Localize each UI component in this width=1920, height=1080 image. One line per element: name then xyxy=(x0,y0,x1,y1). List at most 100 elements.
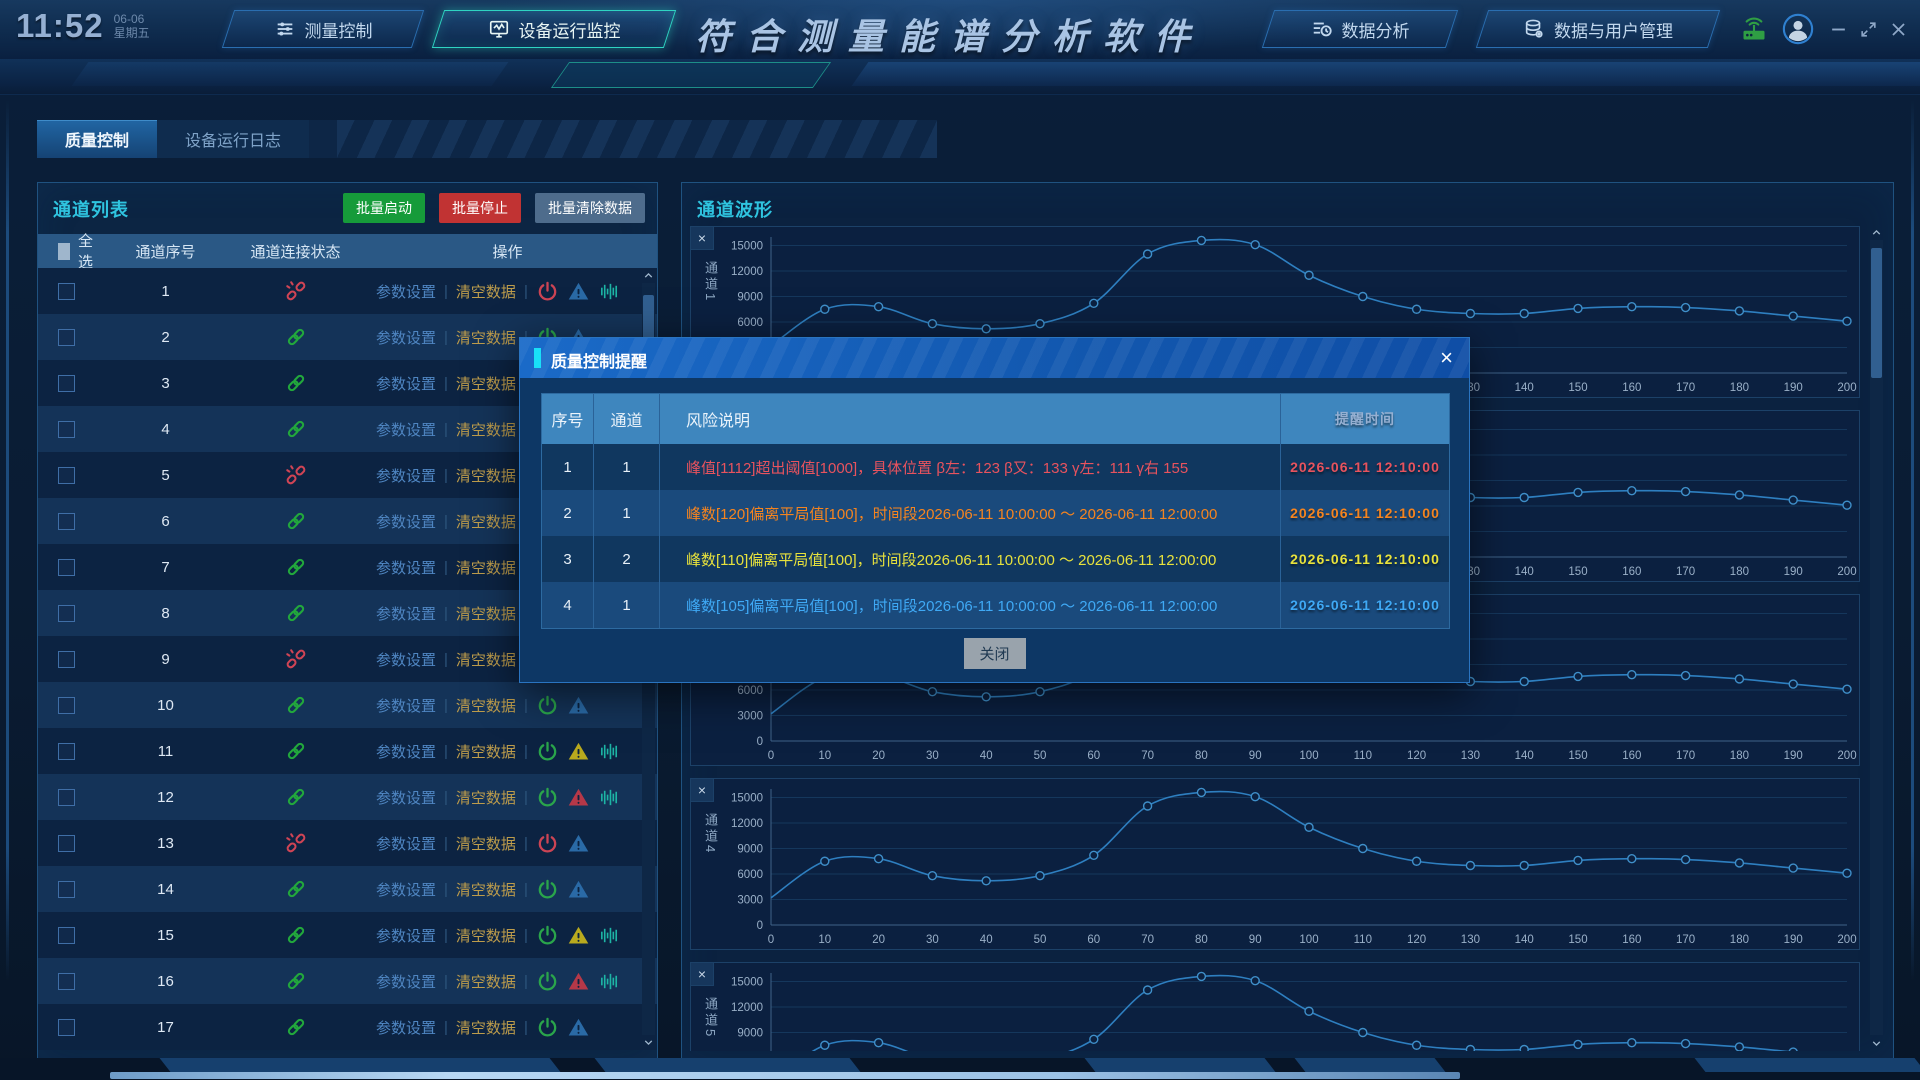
clear-data-link[interactable]: 清空数据 xyxy=(456,281,516,302)
power-icon[interactable] xyxy=(536,740,559,763)
tab-设备运行日志[interactable]: 设备运行日志 xyxy=(157,120,309,158)
waveform-scrollbar[interactable] xyxy=(1870,240,1883,1035)
warning-icon[interactable] xyxy=(567,694,590,717)
param-settings-link[interactable]: 参数设置 xyxy=(376,1017,436,1038)
power-icon[interactable] xyxy=(536,924,559,947)
waveform-icon[interactable] xyxy=(598,970,621,993)
param-settings-link[interactable]: 参数设置 xyxy=(376,833,436,854)
dialog-close-button[interactable]: 关闭 xyxy=(964,638,1026,669)
chart-close-button[interactable]: × xyxy=(691,779,714,802)
tab-质量控制[interactable]: 质量控制 xyxy=(37,120,157,158)
nav-button-设备运行监控[interactable]: 设备运行监控 xyxy=(432,10,676,48)
param-settings-link[interactable]: 参数设置 xyxy=(376,695,436,716)
minimize-button[interactable] xyxy=(1829,20,1848,39)
select-all-checkbox[interactable] xyxy=(58,243,70,260)
row-checkbox[interactable] xyxy=(58,329,75,346)
scroll-up-icon[interactable] xyxy=(642,269,655,282)
power-icon[interactable] xyxy=(536,970,559,993)
waveform-icon[interactable] xyxy=(598,280,621,303)
clear-data-link[interactable]: 清空数据 xyxy=(456,465,516,486)
param-settings-link[interactable]: 参数设置 xyxy=(376,465,436,486)
nav-button-数据分析[interactable]: 数据分析 xyxy=(1262,10,1458,48)
warning-icon[interactable] xyxy=(567,832,590,855)
row-checkbox[interactable] xyxy=(58,835,75,852)
clear-data-link[interactable]: 清空数据 xyxy=(456,419,516,440)
clear-data-link[interactable]: 清空数据 xyxy=(456,879,516,900)
param-settings-link[interactable]: 参数设置 xyxy=(376,511,436,532)
batch-button-批量启动[interactable]: 批量启动 xyxy=(343,193,425,223)
clear-data-link[interactable]: 清空数据 xyxy=(456,695,516,716)
row-checkbox[interactable] xyxy=(58,1019,75,1036)
power-icon[interactable] xyxy=(536,694,559,717)
maximize-button[interactable] xyxy=(1859,20,1878,39)
row-checkbox[interactable] xyxy=(58,375,75,392)
dialog-close-icon[interactable]: × xyxy=(1440,345,1453,371)
row-checkbox[interactable] xyxy=(58,283,75,300)
scroll-down-icon[interactable] xyxy=(1870,1037,1883,1050)
row-checkbox[interactable] xyxy=(58,743,75,760)
waveform-icon[interactable] xyxy=(598,786,621,809)
clear-data-link[interactable]: 清空数据 xyxy=(456,603,516,624)
row-checkbox[interactable] xyxy=(58,927,75,944)
clear-data-link[interactable]: 清空数据 xyxy=(456,649,516,670)
row-checkbox[interactable] xyxy=(58,881,75,898)
power-icon[interactable] xyxy=(536,878,559,901)
user-avatar[interactable] xyxy=(1782,13,1814,45)
param-settings-link[interactable]: 参数设置 xyxy=(376,741,436,762)
svg-text:130: 130 xyxy=(1461,934,1480,946)
warning-icon[interactable] xyxy=(567,1016,590,1039)
row-checkbox[interactable] xyxy=(58,789,75,806)
param-settings-link[interactable]: 参数设置 xyxy=(376,281,436,302)
clear-data-link[interactable]: 清空数据 xyxy=(456,511,516,532)
chart-close-button[interactable]: × xyxy=(691,227,714,250)
waveform-icon[interactable] xyxy=(598,924,621,947)
clear-data-link[interactable]: 清空数据 xyxy=(456,327,516,348)
clear-data-link[interactable]: 清空数据 xyxy=(456,741,516,762)
close-window-button[interactable] xyxy=(1889,20,1908,39)
clear-data-link[interactable]: 清空数据 xyxy=(456,787,516,808)
row-checkbox[interactable] xyxy=(58,651,75,668)
row-checkbox[interactable] xyxy=(58,605,75,622)
batch-button-批量停止[interactable]: 批量停止 xyxy=(439,193,521,223)
param-settings-link[interactable]: 参数设置 xyxy=(376,971,436,992)
nav-button-测量控制[interactable]: 测量控制 xyxy=(222,10,424,48)
param-settings-link[interactable]: 参数设置 xyxy=(376,879,436,900)
param-settings-link[interactable]: 参数设置 xyxy=(376,925,436,946)
param-settings-link[interactable]: 参数设置 xyxy=(376,787,436,808)
svg-text:140: 140 xyxy=(1515,566,1534,578)
param-settings-link[interactable]: 参数设置 xyxy=(376,419,436,440)
param-settings-link[interactable]: 参数设置 xyxy=(376,327,436,348)
scroll-down-icon[interactable] xyxy=(642,1036,655,1049)
warning-icon[interactable] xyxy=(567,924,590,947)
clear-data-link[interactable]: 清空数据 xyxy=(456,557,516,578)
clear-data-link[interactable]: 清空数据 xyxy=(456,373,516,394)
warning-icon[interactable] xyxy=(567,970,590,993)
clear-data-link[interactable]: 清空数据 xyxy=(456,1017,516,1038)
row-checkbox[interactable] xyxy=(58,559,75,576)
row-checkbox[interactable] xyxy=(58,697,75,714)
clear-data-link[interactable]: 清空数据 xyxy=(456,925,516,946)
row-checkbox[interactable] xyxy=(58,513,75,530)
scroll-up-icon[interactable] xyxy=(1870,226,1883,239)
chart-close-button[interactable]: × xyxy=(691,963,714,986)
row-checkbox[interactable] xyxy=(58,467,75,484)
param-settings-link[interactable]: 参数设置 xyxy=(376,373,436,394)
row-checkbox[interactable] xyxy=(58,973,75,990)
clear-data-link[interactable]: 清空数据 xyxy=(456,833,516,854)
waveform-icon[interactable] xyxy=(598,740,621,763)
power-icon[interactable] xyxy=(536,280,559,303)
power-icon[interactable] xyxy=(536,786,559,809)
warning-icon[interactable] xyxy=(567,280,590,303)
warning-icon[interactable] xyxy=(567,878,590,901)
row-checkbox[interactable] xyxy=(58,421,75,438)
warning-icon[interactable] xyxy=(567,740,590,763)
power-icon[interactable] xyxy=(536,1016,559,1039)
param-settings-link[interactable]: 参数设置 xyxy=(376,557,436,578)
warning-icon[interactable] xyxy=(567,786,590,809)
batch-button-批量清除数据[interactable]: 批量清除数据 xyxy=(535,193,645,223)
nav-button-数据与用户管理[interactable]: 数据与用户管理 xyxy=(1476,10,1720,48)
clear-data-link[interactable]: 清空数据 xyxy=(456,971,516,992)
param-settings-link[interactable]: 参数设置 xyxy=(376,603,436,624)
power-icon[interactable] xyxy=(536,832,559,855)
param-settings-link[interactable]: 参数设置 xyxy=(376,649,436,670)
